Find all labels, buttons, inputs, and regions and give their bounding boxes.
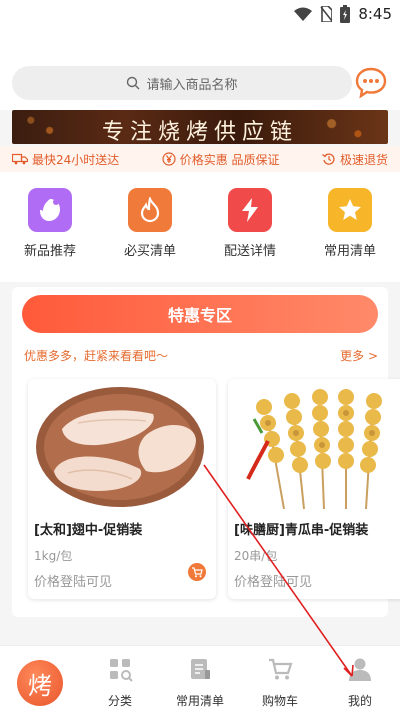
product-price: 价格登陆可见: [234, 575, 313, 590]
status-time: 8:45: [358, 5, 392, 23]
status-icons: 8:45: [294, 5, 392, 23]
tab-category[interactable]: 分类: [80, 656, 160, 709]
product-card[interactable]: [味膳厨]青瓜串-促销装 20串/包 价格登陆可见: [228, 379, 400, 599]
product-name: [味膳厨]青瓜串-促销装: [234, 523, 369, 538]
truck-icon: [12, 153, 28, 165]
tab-mine-label: 我的: [347, 694, 372, 708]
guarantee-return: 极速退货: [322, 151, 388, 168]
product-unit: 20串/包: [234, 549, 278, 563]
bottom-tab-bar: 烤 分类 常用清单 购物车 我的: [0, 645, 400, 711]
product-image: [28, 379, 216, 511]
category-must-buy-label: 必买清单: [123, 244, 176, 259]
guarantee-quality-label: 价格实惠 品质保证: [179, 152, 280, 167]
tab-mine[interactable]: 我的: [320, 656, 400, 709]
cart-icon: [192, 567, 203, 578]
product-image: [228, 379, 400, 511]
category-new-products-label: 新品推荐: [23, 244, 76, 259]
tab-frequent-list[interactable]: 常用清单: [160, 656, 240, 709]
category-delivery-details[interactable]: 配送详情: [210, 188, 290, 259]
category-shortcuts: 新品推荐 必买清单 配送详情 常用清单: [0, 172, 400, 282]
promo-more-link[interactable]: 更多 >: [340, 347, 378, 364]
category-must-buy[interactable]: 必买清单: [110, 188, 190, 259]
promo-title-button[interactable]: 特惠专区: [22, 295, 378, 333]
lightning-icon: [228, 188, 272, 232]
product-name: [太和]翅中-促销装: [34, 523, 143, 538]
guarantee-delivery: 最快24小时送达: [12, 151, 119, 168]
guarantee-quality: 价格实惠 品质保证: [162, 151, 280, 168]
tab-frequent-list-label: 常用清单: [175, 694, 224, 708]
flame-icon: [128, 188, 172, 232]
search-icon: [127, 76, 140, 90]
tab-cart-label: 购物车: [261, 694, 298, 708]
guarantee-delivery-label: 最快24小时送达: [32, 152, 120, 167]
user-icon: [349, 658, 371, 681]
product-unit: 1kg/包: [34, 549, 73, 563]
add-to-cart-button[interactable]: [188, 563, 206, 581]
yen-icon: [162, 152, 176, 166]
guarantee-return-label: 极速退货: [339, 152, 388, 167]
category-icon: [110, 659, 133, 682]
category-delivery-details-label: 配送详情: [223, 244, 276, 259]
service-guarantees: 最快24小时送达 价格实惠 品质保证 极速退货: [0, 146, 400, 172]
search-input[interactable]: 请输入商品名称: [12, 66, 352, 100]
chat-icon[interactable]: [354, 66, 388, 100]
return-icon: [322, 153, 335, 165]
tab-category-label: 分类: [107, 694, 132, 708]
wifi-icon: [294, 7, 313, 21]
category-frequent-list-label: 常用清单: [323, 244, 376, 259]
tab-cart[interactable]: 购物车: [240, 656, 320, 709]
cart-icon: [269, 658, 293, 680]
new-product-icon: [28, 188, 72, 232]
battery-icon: [340, 5, 351, 23]
product-card[interactable]: [太和]翅中-促销装 1kg/包 价格登陆可见: [28, 379, 216, 599]
banner-text: 专注烧烤供应链: [101, 120, 298, 144]
home-tab-button[interactable]: 烤: [17, 660, 63, 706]
star-icon: [328, 188, 372, 232]
search-placeholder: 请输入商品名称: [146, 77, 238, 93]
no-sim-icon: [320, 6, 333, 22]
product-price: 价格登陆可见: [34, 575, 113, 590]
header: 请输入商品名称: [0, 30, 400, 110]
promo-section: 特惠专区 优惠多多，赶紧来看看吧～ 更多 > [太和]翅中-促销装 1kg/包 …: [12, 287, 400, 617]
category-new-products[interactable]: 新品推荐: [10, 188, 90, 259]
hero-banner[interactable]: 专注烧烤供应链: [12, 110, 388, 144]
list-icon: [191, 659, 210, 679]
promo-slogan: 优惠多多，赶紧来看看吧～: [24, 349, 169, 363]
status-bar: 8:45: [0, 0, 400, 30]
category-frequent-list[interactable]: 常用清单: [310, 188, 390, 259]
